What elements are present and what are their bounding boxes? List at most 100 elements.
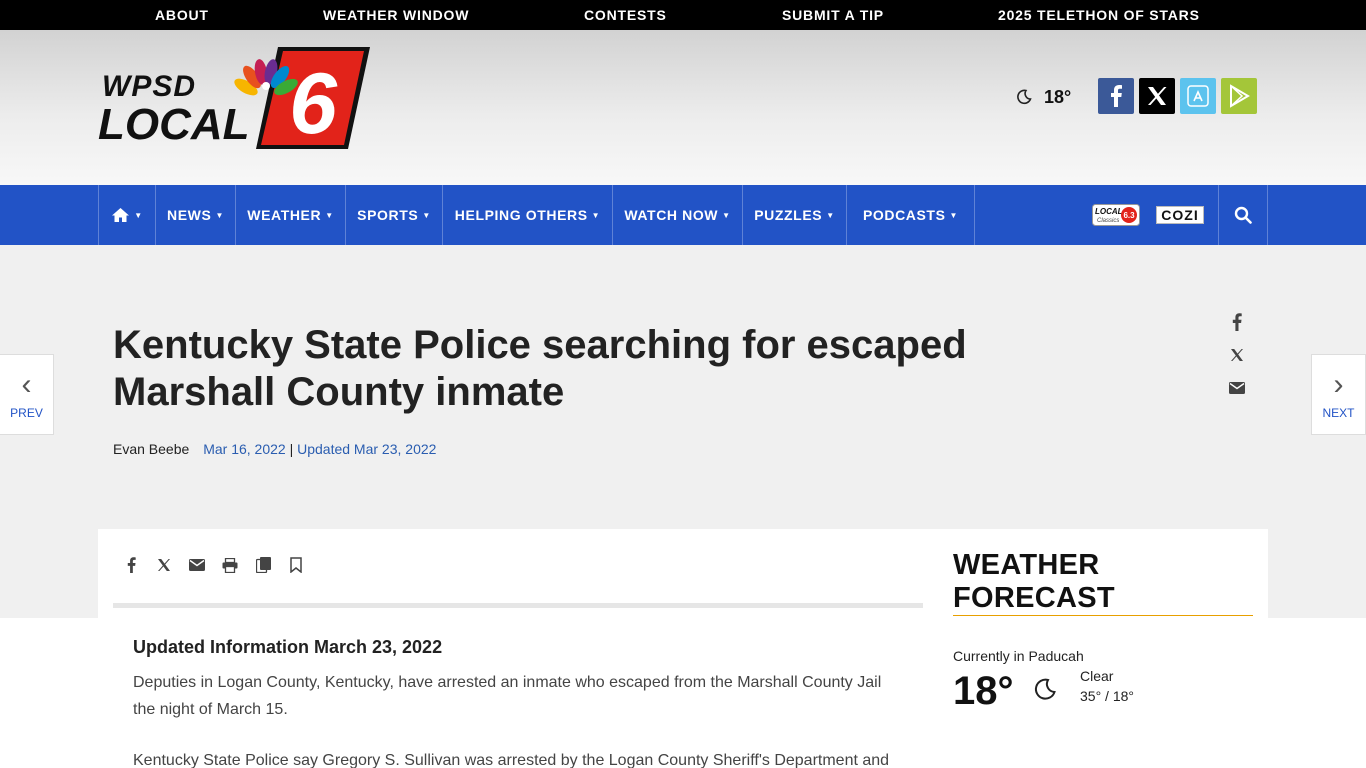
copy-icon <box>255 557 271 573</box>
weather-forecast-title: WEATHER FORECAST <box>953 549 1253 615</box>
weather-condition: Clear <box>1080 668 1114 684</box>
chevron-down-icon: ▼ <box>422 210 431 220</box>
paragraph-1-line-1: Deputies in Logan County, Kentucky, have… <box>133 674 882 691</box>
tool-share-x[interactable] <box>153 554 175 576</box>
article-byline: Evan Beebe Mar 16, 2022 | Updated Mar 23… <box>113 441 436 457</box>
badge-cozi-text: COZI <box>1161 207 1198 223</box>
tool-copy[interactable] <box>252 554 274 576</box>
article-paragraph-1: Deputies in Logan County, Kentucky, have… <box>133 669 893 723</box>
print-icon <box>222 557 238 573</box>
topnav-contests-link[interactable]: CONTESTS <box>584 0 667 30</box>
app-store-button[interactable] <box>1180 78 1216 114</box>
tool-share-email[interactable] <box>186 554 208 576</box>
chevron-left-icon: ‹ <box>21 367 32 401</box>
masthead: 6 WPSD LOCAL 18° <box>0 30 1366 185</box>
headline-line-1: Kentucky State Police searching for esca… <box>113 323 967 367</box>
nav-watch-now[interactable]: WATCH NOW ▼ <box>612 185 742 245</box>
article-tools <box>120 554 318 576</box>
tool-bookmark[interactable] <box>285 554 307 576</box>
facebook-icon <box>1111 85 1122 107</box>
x-icon <box>158 559 170 571</box>
side-share-facebook[interactable] <box>1226 311 1248 333</box>
badge-local-number: 6.3 <box>1123 211 1135 220</box>
prev-article-button[interactable]: ‹ PREV <box>0 354 54 435</box>
headline-line-2: Marshall County inmate <box>113 370 565 414</box>
nav-home[interactable]: ▼ <box>98 185 155 245</box>
nav-podcasts[interactable]: PODCASTS ▼ <box>846 185 975 245</box>
side-share-email[interactable] <box>1226 377 1248 399</box>
badge-local-text: LOCAL <box>1095 207 1123 216</box>
chevron-down-icon: ▼ <box>325 210 334 220</box>
weather-temperature: 18° <box>953 669 1014 713</box>
facebook-icon <box>127 557 136 573</box>
x-icon <box>1231 349 1243 361</box>
topnav-telethon-link[interactable]: 2025 TELETHON OF STARS <box>998 0 1200 30</box>
topnav-about-link[interactable]: ABOUT <box>155 0 209 30</box>
facebook-icon <box>1232 313 1242 331</box>
side-share-x[interactable] <box>1226 344 1248 366</box>
chevron-down-icon: ▼ <box>949 210 959 220</box>
paragraph-1-line-2: the night of March 15. <box>133 701 288 718</box>
x-icon <box>1148 87 1167 105</box>
nav-puzzles[interactable]: PUZZLES ▼ <box>742 185 846 245</box>
search-icon <box>1234 206 1252 224</box>
header-weather-widget[interactable]: 18° <box>1016 85 1071 109</box>
nav-watch-now-label: WATCH NOW <box>624 207 719 223</box>
search-button[interactable] <box>1218 185 1268 245</box>
logo-number: 6 <box>289 56 338 151</box>
nav-weather[interactable]: WEATHER ▼ <box>235 185 345 245</box>
header-temperature: 18° <box>1044 86 1072 107</box>
app-store-icon <box>1187 85 1209 107</box>
facebook-button[interactable] <box>1098 78 1134 114</box>
email-icon <box>189 559 205 571</box>
nav-helping-others-label: HELPING OTHERS <box>454 207 588 223</box>
cozi-badge[interactable]: COZI <box>1156 206 1204 224</box>
next-label: NEXT <box>1322 405 1355 420</box>
article-paragraph-2: Kentucky State Police say Gregory S. Sul… <box>133 752 890 768</box>
tool-share-facebook[interactable] <box>120 554 142 576</box>
home-icon <box>112 208 130 222</box>
weather-title-rule <box>953 615 1253 616</box>
weather-high-low: 35° / 18° <box>1080 688 1135 704</box>
weather-title-line-1: WEATHER <box>953 549 1100 581</box>
published-date: Mar 16, 2022 <box>203 441 286 457</box>
next-article-button[interactable]: › NEXT <box>1311 354 1366 435</box>
nav-podcasts-label: PODCASTS <box>862 207 946 223</box>
weather-location: Currently in Paducah <box>953 648 1084 664</box>
content-divider <box>113 603 923 608</box>
topnav-weather-window-link[interactable]: WEATHER WINDOW <box>323 0 469 30</box>
nav-weather-label: WEATHER <box>247 207 322 223</box>
chevron-down-icon: ▼ <box>826 210 835 220</box>
nav-news[interactable]: NEWS ▼ <box>155 185 235 245</box>
bookmark-icon <box>290 557 302 573</box>
article-headline: Kentucky State Police searching for esca… <box>113 322 1113 416</box>
updated-date: Updated Mar 23, 2022 <box>297 441 437 457</box>
main-navigation: ▼ NEWS ▼ WEATHER ▼ SPORTS ▼ HELPING OTHERS ▼… <box>0 185 1366 245</box>
local-classics-badge[interactable]: LOCAL Classics 6.3 <box>1092 204 1140 226</box>
prev-label: PREV <box>10 405 43 420</box>
article-update-heading: Updated Information March 23, 2022 <box>133 637 443 657</box>
google-play-button[interactable] <box>1221 78 1257 114</box>
nav-helping-others[interactable]: HELPING OTHERS ▼ <box>442 185 612 245</box>
chevron-down-icon: ▼ <box>215 210 224 220</box>
chevron-down-icon: ▼ <box>722 210 731 220</box>
nav-sports-label: SPORTS <box>357 207 419 223</box>
nav-sports[interactable]: SPORTS ▼ <box>345 185 442 245</box>
logo-local-text: LOCAL <box>98 100 250 149</box>
logo-wpsd-text: WPSD <box>102 70 196 103</box>
x-button[interactable] <box>1139 78 1175 114</box>
nav-news-label: NEWS <box>167 207 212 223</box>
email-icon <box>1229 382 1245 394</box>
topnav-submit-tip-link[interactable]: SUBMIT A TIP <box>782 0 884 30</box>
top-utility-bar: ABOUT WEATHER WINDOW CONTESTS SUBMIT A T… <box>0 0 1366 30</box>
nav-puzzles-label: PUZZLES <box>754 207 823 223</box>
tool-print[interactable] <box>219 554 241 576</box>
chevron-down-icon: ▼ <box>591 210 601 220</box>
author-name[interactable]: Evan Beebe <box>113 441 189 457</box>
moon-icon <box>1017 89 1032 105</box>
moon-icon <box>1034 678 1056 700</box>
google-play-icon <box>1230 84 1250 108</box>
weather-title-line-2: FORECAST <box>953 582 1115 614</box>
wpsd-local6-logo[interactable]: 6 WPSD LOCAL <box>98 45 370 151</box>
chevron-right-icon: › <box>1333 367 1344 401</box>
